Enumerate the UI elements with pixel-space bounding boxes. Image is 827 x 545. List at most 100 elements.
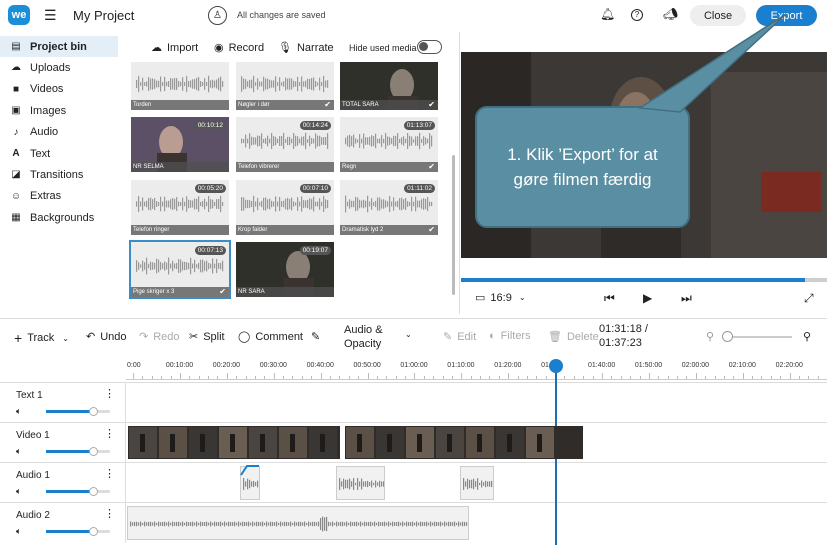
- media-tile[interactable]: 01:13:07 Regn ✔: [340, 117, 438, 172]
- audio-clip[interactable]: [336, 466, 385, 500]
- media-scrollbar[interactable]: [452, 155, 455, 295]
- audio-opacity-button[interactable]: Audio & Opacity: [344, 323, 404, 351]
- playhead-handle[interactable]: [549, 359, 563, 373]
- media-toolbar: ☁ Import ◉ Record 🎙︎ Narrate Hide used medi…: [118, 36, 458, 58]
- sidebar-item-uploads[interactable]: ☁ Uploads: [0, 57, 118, 78]
- hide-used-toggle[interactable]: [417, 40, 442, 54]
- media-tile[interactable]: Torden: [131, 62, 229, 110]
- media-tile[interactable]: Nøgler i dør ✔: [236, 62, 334, 110]
- more-vertical-icon[interactable]: ⋮: [104, 467, 115, 480]
- ruler-label: 0:00: [127, 362, 141, 369]
- collaborator-icon[interactable]: ♙: [208, 6, 227, 25]
- track-name[interactable]: Audio 2: [16, 510, 50, 521]
- skip-back-icon[interactable]: ⏮︎: [604, 291, 615, 306]
- split-button[interactable]: ✂ Split: [189, 330, 225, 344]
- volume-knob[interactable]: [89, 527, 98, 536]
- timeline-ruler[interactable]: 0:00 00:10:00 00:20:00 00:30:00 00:40:00 00:5…: [126, 358, 827, 380]
- project-title[interactable]: My Project: [73, 8, 134, 23]
- media-tile[interactable]: 00:19:07 NR SARA: [236, 242, 334, 297]
- ruler-tick: [770, 376, 772, 379]
- more-vertical-icon[interactable]: ⋮: [104, 387, 115, 400]
- ruler-tick: [517, 376, 519, 379]
- video-clip[interactable]: [345, 426, 583, 459]
- sidebar-item-audio[interactable]: ♪ Audio: [0, 122, 118, 143]
- volume-icon[interactable]: 🔈︎: [16, 486, 21, 497]
- record-button[interactable]: ◉ Record: [214, 41, 264, 55]
- zoom-in-icon[interactable]: ⚲: [803, 330, 811, 343]
- volume-icon[interactable]: 🔈︎: [16, 406, 21, 417]
- track-name[interactable]: Audio 1: [16, 470, 50, 481]
- ruler-tick: [320, 373, 322, 379]
- narrate-button[interactable]: 🎙︎ Narrate: [278, 41, 334, 55]
- sidebar-item-extras[interactable]: ☺ Extras: [0, 186, 118, 207]
- track-volume-slider[interactable]: [46, 447, 110, 456]
- hamburger-icon[interactable]: ☰: [44, 7, 57, 24]
- play-icon[interactable]: ▶: [643, 291, 652, 305]
- media-tile[interactable]: 00:05:20 Telefon ringer: [131, 180, 229, 235]
- chevron-down-icon[interactable]: ⌄: [405, 330, 412, 339]
- more-vertical-icon[interactable]: ⋮: [104, 427, 115, 440]
- clip-frames: [345, 426, 583, 459]
- sidebar-item-backgrounds[interactable]: ▦ Backgrounds: [0, 207, 118, 228]
- sidebar-item-images[interactable]: ▣ Images: [0, 100, 118, 121]
- filters-button[interactable]: ◐ Filters: [489, 330, 531, 342]
- media-tile[interactable]: 00:07:13 Pige skriger x 3 ✔: [129, 240, 231, 299]
- more-vertical-icon[interactable]: ⋮: [104, 507, 115, 520]
- ruler-tick: [480, 376, 482, 379]
- add-track-button[interactable]: + Track ⌄: [14, 330, 69, 346]
- undo-button[interactable]: ↶ Undo: [86, 330, 127, 344]
- skip-forward-icon[interactable]: ⏭︎: [681, 291, 692, 306]
- edit-button[interactable]: ✎ Edit: [443, 330, 476, 344]
- track-name[interactable]: Video 1: [16, 430, 50, 441]
- media-tile[interactable]: 00:10:12 NR SELMA: [131, 117, 229, 172]
- track-name[interactable]: Text 1: [16, 390, 43, 401]
- ruler-tick: [301, 376, 303, 379]
- volume-icon[interactable]: 🔈︎: [16, 526, 21, 537]
- aspect-ratio-select[interactable]: ▭ 16:9 ⌄: [475, 291, 526, 305]
- fade-handle[interactable]: [240, 464, 260, 476]
- ruler-tick: [245, 376, 247, 379]
- track-volume-slider[interactable]: [46, 487, 110, 496]
- pen-icon[interactable]: ✎: [311, 330, 320, 343]
- redo-button[interactable]: ↷ Redo: [139, 330, 180, 344]
- app-logo[interactable]: we: [8, 5, 30, 25]
- ruler-tick: [358, 376, 360, 379]
- video-clip[interactable]: [128, 426, 340, 459]
- delete-button[interactable]: 🗑︎ Delete: [548, 330, 599, 344]
- media-caption: Krop falder: [236, 225, 334, 235]
- used-check-icon: ✔: [428, 100, 435, 109]
- ruler-tick: [329, 376, 331, 379]
- import-button[interactable]: ☁ Import: [151, 41, 198, 55]
- sidebar-item-videos[interactable]: ■ Videos: [0, 79, 118, 100]
- volume-knob[interactable]: [89, 447, 98, 456]
- track-volume-slider[interactable]: [46, 407, 110, 416]
- undo-label: Undo: [100, 330, 127, 343]
- zoom-slider-knob[interactable]: [722, 331, 733, 342]
- preview-progress[interactable]: [461, 278, 827, 282]
- hide-used-label: Hide used media: [349, 43, 417, 53]
- media-tile[interactable]: 00:14:24 Telefon vibrerer: [236, 117, 334, 172]
- media-tile[interactable]: 01:11:02 Dramatisk lyd 2 ✔: [340, 180, 438, 235]
- sidebar-item-transitions[interactable]: ◪ Transitions: [0, 164, 118, 185]
- chevron-down-icon: ⌄: [62, 333, 69, 343]
- ruler-label: 02:10:00: [728, 362, 756, 369]
- sidebar-item-text[interactable]: A Text: [0, 143, 118, 164]
- volume-icon[interactable]: 🔈︎: [16, 446, 21, 457]
- sidebar-item-project-bin[interactable]: ▤ Project bin: [0, 36, 118, 58]
- ruler-tick: [648, 373, 650, 379]
- ruler-tick: [817, 376, 819, 379]
- volume-knob[interactable]: [89, 487, 98, 496]
- ruler-tick: [461, 373, 463, 379]
- media-tile[interactable]: TOTAL SARA ✔: [340, 62, 438, 110]
- volume-knob[interactable]: [89, 407, 98, 416]
- media-tile[interactable]: 00:07:10 Krop falder: [236, 180, 334, 235]
- music-note-icon: ♪: [13, 126, 19, 138]
- track-volume-slider[interactable]: [46, 527, 110, 536]
- media-duration: 01:13:07: [403, 121, 435, 130]
- fullscreen-icon[interactable]: ⤢: [804, 291, 814, 306]
- audio-clip[interactable]: [127, 506, 469, 540]
- audio-clip[interactable]: [460, 466, 494, 500]
- zoom-out-icon[interactable]: ⚲: [706, 330, 714, 343]
- comment-button[interactable]: ◯ Comment: [238, 330, 303, 344]
- ruler-tick: [283, 376, 285, 379]
